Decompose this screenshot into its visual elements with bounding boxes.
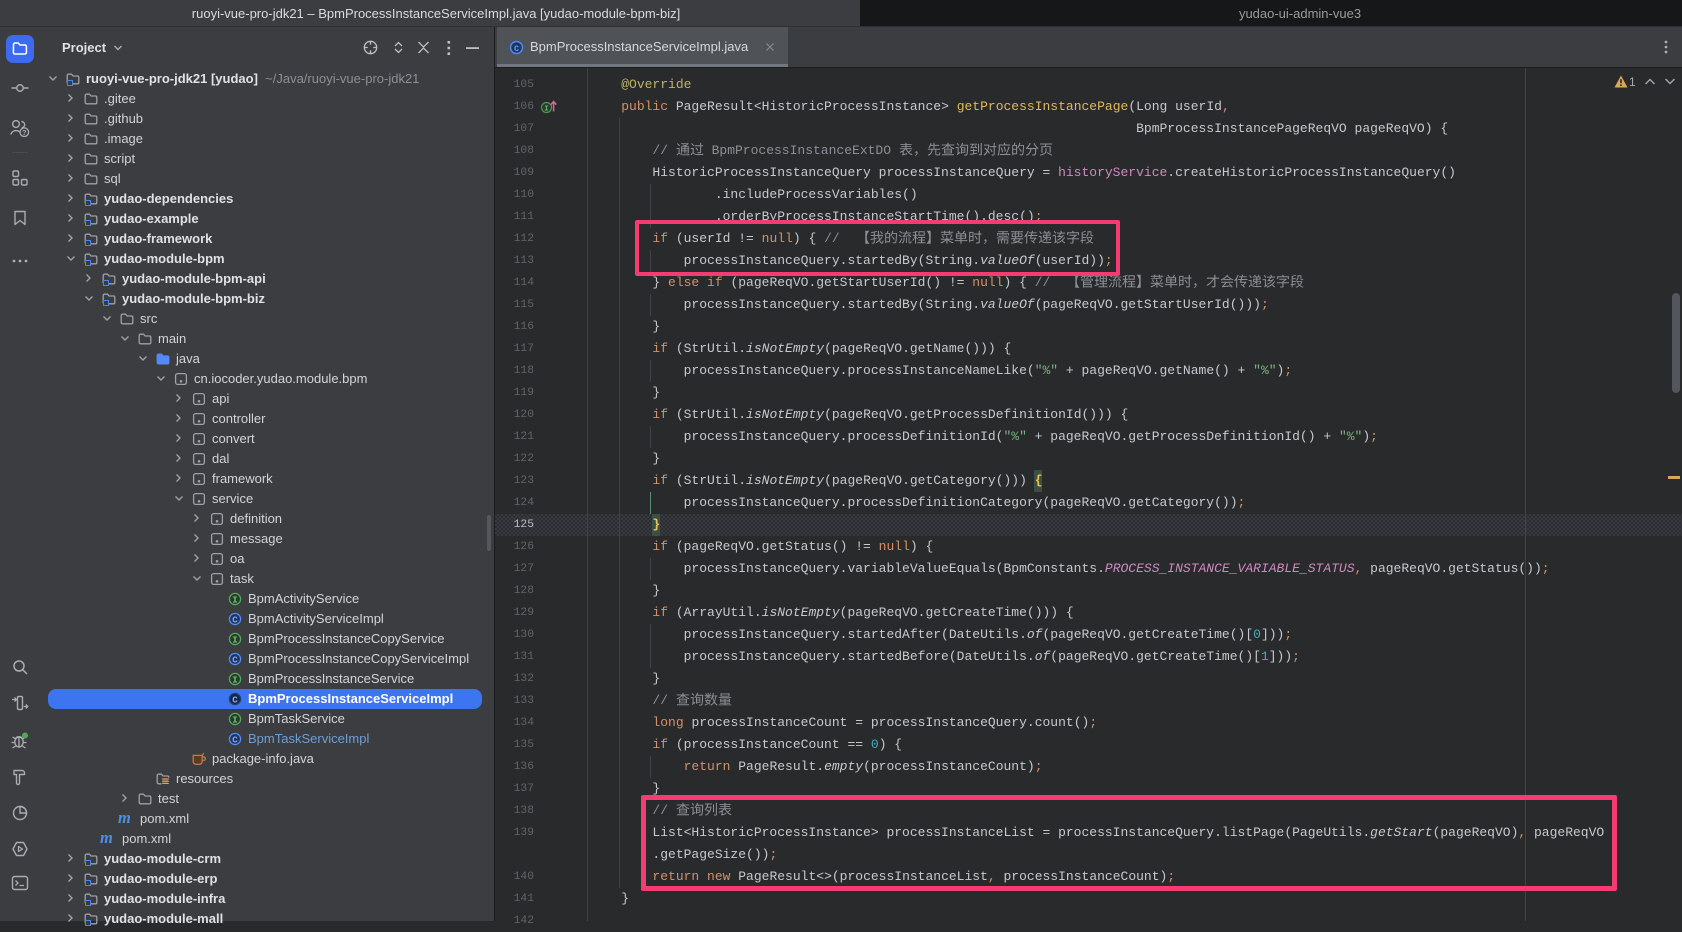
svg-text:I: I xyxy=(544,105,549,113)
svg-text:I: I xyxy=(232,634,238,645)
svg-text:I: I xyxy=(232,594,238,605)
svg-text:?: ? xyxy=(22,128,27,137)
svg-text:C: C xyxy=(232,614,238,625)
svg-text:C: C xyxy=(514,44,519,54)
svg-text:C: C xyxy=(232,734,238,745)
svg-text:C: C xyxy=(232,694,238,705)
svg-text:C: C xyxy=(232,654,238,665)
svg-text:I: I xyxy=(232,674,238,685)
svg-text:I: I xyxy=(232,714,238,725)
